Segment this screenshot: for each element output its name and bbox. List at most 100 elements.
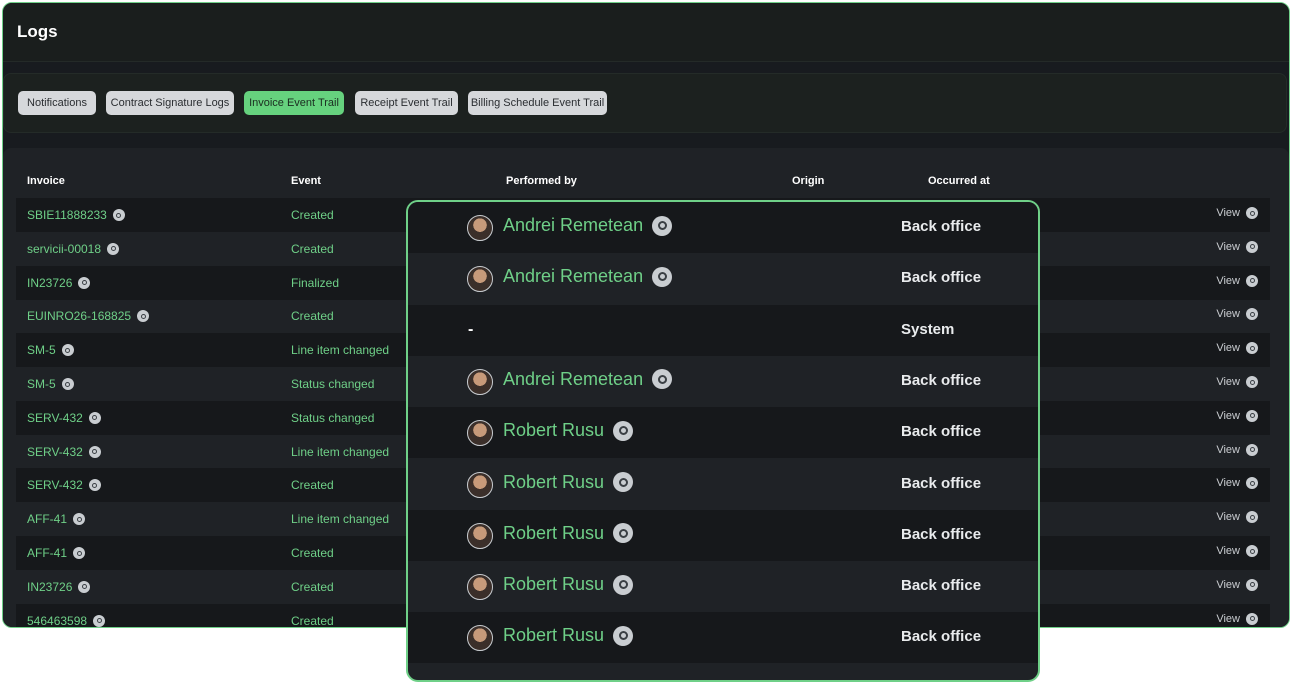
- eye-icon[interactable]: [1246, 274, 1258, 287]
- eye-icon[interactable]: [652, 369, 673, 390]
- performer[interactable]: Andrei Remetean: [467, 368, 673, 395]
- eye-icon[interactable]: [61, 378, 74, 390]
- invoice-link[interactable]: SM-5: [27, 377, 74, 391]
- eye-icon[interactable]: [1246, 409, 1258, 422]
- performer[interactable]: Robert Rusu: [467, 574, 634, 601]
- tab-contract-signature-logs[interactable]: Contract Signature Logs: [106, 91, 234, 115]
- eye-icon[interactable]: [1246, 308, 1258, 321]
- view-button[interactable]: View: [1216, 409, 1258, 422]
- view-button[interactable]: View: [1216, 308, 1258, 321]
- eye-icon[interactable]: [137, 310, 150, 323]
- eye-icon[interactable]: [613, 574, 634, 595]
- invoice-number[interactable]: servicii-00018: [27, 242, 101, 256]
- tab-billing-schedule-event-trail[interactable]: Billing Schedule Event Trail: [468, 91, 607, 115]
- view-label[interactable]: View: [1216, 207, 1240, 219]
- view-button[interactable]: View: [1216, 274, 1258, 287]
- performer-name[interactable]: Robert Rusu: [503, 420, 604, 441]
- view-button[interactable]: View: [1216, 477, 1258, 490]
- invoice-number[interactable]: AFF-41: [27, 546, 67, 560]
- invoice-number[interactable]: SBIE11888233: [27, 208, 107, 222]
- view-label[interactable]: View: [1216, 444, 1240, 456]
- tab-receipt-event-trail[interactable]: Receipt Event Trail: [355, 91, 458, 115]
- invoice-link[interactable]: 546463598: [27, 614, 106, 627]
- performer-name[interactable]: Andrei Remetean: [503, 369, 643, 390]
- view-label[interactable]: View: [1216, 376, 1240, 388]
- view-label[interactable]: View: [1216, 613, 1240, 625]
- view-label[interactable]: View: [1216, 241, 1240, 253]
- invoice-link[interactable]: IN23726: [27, 276, 91, 290]
- eye-icon[interactable]: [1246, 511, 1258, 524]
- invoice-link[interactable]: SERV-432: [27, 445, 101, 459]
- eye-icon[interactable]: [93, 614, 106, 627]
- eye-icon[interactable]: [112, 209, 125, 221]
- invoice-link[interactable]: SM-5: [27, 343, 74, 357]
- eye-icon[interactable]: [88, 479, 101, 492]
- tab-notifications[interactable]: Notifications: [18, 91, 96, 115]
- eye-icon[interactable]: [107, 242, 120, 255]
- invoice-link[interactable]: AFF-41: [27, 512, 86, 526]
- performer-name[interactable]: Robert Rusu: [503, 574, 604, 595]
- view-button[interactable]: View: [1216, 612, 1258, 625]
- eye-icon[interactable]: [73, 547, 86, 559]
- eye-icon[interactable]: [88, 445, 101, 458]
- view-label[interactable]: View: [1216, 511, 1240, 523]
- invoice-link[interactable]: IN23726: [27, 580, 91, 594]
- eye-icon[interactable]: [1246, 545, 1258, 557]
- view-label[interactable]: View: [1216, 342, 1240, 354]
- eye-icon[interactable]: [78, 580, 91, 593]
- invoice-number[interactable]: SERV-432: [27, 411, 83, 425]
- eye-icon[interactable]: [1246, 240, 1258, 253]
- eye-icon[interactable]: [1246, 342, 1258, 355]
- invoice-link[interactable]: servicii-00018: [27, 242, 120, 256]
- eye-icon[interactable]: [88, 411, 101, 424]
- view-button[interactable]: View: [1216, 342, 1258, 355]
- view-button[interactable]: View: [1216, 545, 1258, 557]
- tab-invoice-event-trail[interactable]: Invoice Event Trail: [244, 91, 344, 115]
- invoice-number[interactable]: AFF-41: [27, 512, 67, 526]
- invoice-link[interactable]: SERV-432: [27, 411, 101, 425]
- eye-icon[interactable]: [1246, 612, 1258, 625]
- view-label[interactable]: View: [1216, 410, 1240, 422]
- performer[interactable]: Robert Rusu: [467, 471, 634, 498]
- invoice-link[interactable]: SBIE11888233: [27, 208, 125, 222]
- eye-icon[interactable]: [1246, 207, 1258, 219]
- invoice-number[interactable]: IN23726: [27, 580, 72, 594]
- view-label[interactable]: View: [1216, 308, 1240, 320]
- performer[interactable]: Robert Rusu: [467, 420, 634, 447]
- performer-name[interactable]: Robert Rusu: [503, 472, 604, 493]
- eye-icon[interactable]: [613, 472, 634, 492]
- eye-icon[interactable]: [1246, 443, 1258, 456]
- performer[interactable]: Robert Rusu: [467, 625, 634, 652]
- eye-icon[interactable]: [652, 215, 673, 236]
- performer[interactable]: Robert Rusu: [467, 522, 634, 549]
- view-label[interactable]: View: [1216, 477, 1240, 489]
- view-label[interactable]: View: [1216, 275, 1240, 287]
- view-button[interactable]: View: [1216, 207, 1258, 219]
- invoice-number[interactable]: EUINRO26-168825: [27, 309, 131, 323]
- eye-icon[interactable]: [613, 523, 634, 544]
- eye-icon[interactable]: [1246, 477, 1258, 490]
- view-button[interactable]: View: [1216, 578, 1258, 591]
- eye-icon[interactable]: [1246, 578, 1258, 591]
- invoice-number[interactable]: SERV-432: [27, 445, 83, 459]
- view-button[interactable]: View: [1216, 443, 1258, 456]
- invoice-link[interactable]: AFF-41: [27, 546, 86, 560]
- eye-icon[interactable]: [613, 420, 634, 441]
- view-label[interactable]: View: [1216, 579, 1240, 591]
- invoice-number[interactable]: SM-5: [27, 343, 56, 357]
- performer-name[interactable]: Andrei Remetean: [503, 215, 643, 236]
- invoice-link[interactable]: SERV-432: [27, 478, 101, 492]
- view-button[interactable]: View: [1216, 376, 1258, 388]
- performer-name[interactable]: Andrei Remetean: [503, 266, 643, 287]
- eye-icon[interactable]: [78, 276, 91, 289]
- eye-icon[interactable]: [73, 513, 86, 526]
- invoice-link[interactable]: EUINRO26-168825: [27, 309, 150, 323]
- invoice-number[interactable]: SERV-432: [27, 478, 83, 492]
- eye-icon[interactable]: [652, 266, 673, 287]
- performer[interactable]: Andrei Remetean: [467, 215, 673, 241]
- invoice-number[interactable]: 546463598: [27, 614, 87, 627]
- eye-icon[interactable]: [1246, 376, 1258, 388]
- invoice-number[interactable]: IN23726: [27, 276, 72, 290]
- eye-icon[interactable]: [613, 625, 634, 646]
- eye-icon[interactable]: [61, 344, 74, 357]
